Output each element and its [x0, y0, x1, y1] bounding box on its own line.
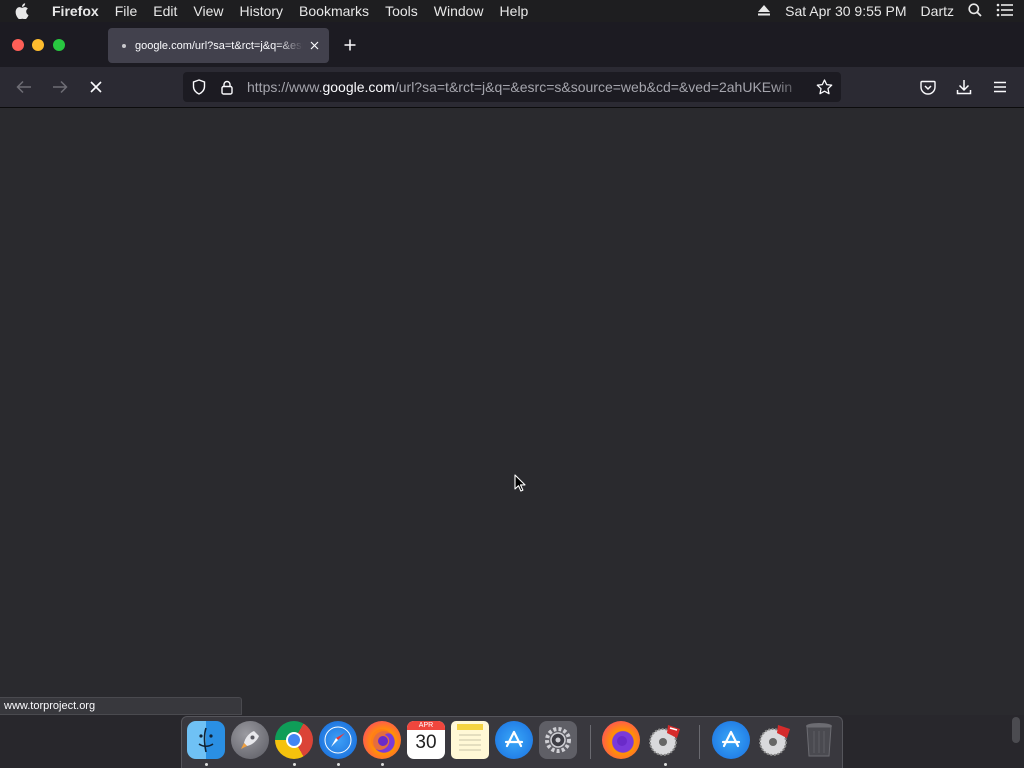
tab-title: google.com/url?sa=t&rct=j&q=&esrc=s	[135, 39, 303, 52]
stop-icon	[90, 81, 102, 93]
vpn-saw-alt-icon[interactable]	[756, 721, 794, 759]
launchpad-icon[interactable]	[231, 721, 269, 759]
firefox-running-indicator	[381, 763, 384, 766]
app-store-icon[interactable]	[495, 721, 533, 759]
window-close-button[interactable]	[12, 39, 24, 51]
browser-tab-active[interactable]: google.com/url?sa=t&rct=j&q=&esrc=s	[108, 28, 329, 63]
mouse-cursor-icon	[514, 474, 526, 497]
bookmark-star-icon[interactable]	[807, 72, 841, 102]
page-content[interactable]	[0, 108, 1024, 715]
trash-icon[interactable]	[800, 721, 838, 759]
tab-close-icon[interactable]	[307, 39, 321, 53]
menu-help[interactable]: Help	[492, 0, 537, 22]
link-status-panel: www.torproject.org	[0, 697, 242, 715]
forward-button[interactable]	[50, 77, 70, 97]
app-store-alt-icon[interactable]	[712, 721, 750, 759]
finder-running-indicator	[205, 763, 208, 766]
menu-bar: Firefox File Edit View History Bookmarks…	[0, 0, 1024, 22]
stop-loading-button[interactable]	[86, 77, 106, 97]
control-center-icon[interactable]	[996, 3, 1014, 20]
tracking-protection-shield-icon[interactable]	[185, 72, 213, 102]
finder-icon[interactable]	[187, 721, 225, 759]
spotlight-search-icon[interactable]	[968, 2, 982, 20]
vpn-saw-icon[interactable]	[646, 721, 684, 759]
site-lock-icon[interactable]	[213, 72, 241, 102]
menu-bookmarks[interactable]: Bookmarks	[291, 0, 377, 22]
hamburger-menu-icon	[994, 81, 1006, 93]
notes-icon[interactable]	[451, 721, 489, 759]
dock-separator	[590, 725, 591, 759]
pocket-icon	[920, 80, 936, 95]
calendar-day: 30	[415, 732, 437, 753]
address-bar[interactable]: https://www.google.com/url?sa=t&rct=j&q=…	[183, 72, 841, 102]
url-prefix: https://www.	[247, 79, 323, 95]
scrollbar-thumb[interactable]	[1012, 717, 1020, 743]
menu-view[interactable]: View	[185, 0, 231, 22]
forward-arrow-icon	[53, 80, 68, 94]
downloads-button[interactable]	[954, 77, 974, 97]
new-tab-button[interactable]	[340, 35, 360, 55]
dock-separator-2	[699, 725, 700, 759]
menu-window[interactable]: Window	[426, 0, 492, 22]
apple-menu-icon[interactable]	[0, 3, 44, 19]
menu-history[interactable]: History	[231, 0, 291, 22]
calendar-month: APR	[407, 721, 445, 730]
download-icon	[956, 80, 972, 95]
vpn-running-indicator	[664, 763, 667, 766]
safari-running-indicator	[337, 763, 340, 766]
chrome-running-indicator	[293, 763, 296, 766]
menubar-clock[interactable]: Sat Apr 30 9:55 PM	[785, 3, 906, 19]
dock: APR 30	[181, 716, 843, 768]
navigation-toolbar: https://www.google.com/url?sa=t&rct=j&q=…	[0, 67, 1024, 108]
pocket-button[interactable]	[918, 77, 938, 97]
tab-strip: google.com/url?sa=t&rct=j&q=&esrc=s	[0, 22, 1024, 67]
menubar-user[interactable]: Dartz	[921, 3, 954, 19]
safari-icon[interactable]	[319, 721, 357, 759]
back-arrow-icon	[16, 80, 31, 94]
back-button[interactable]	[14, 77, 34, 97]
firefox-nightly-icon[interactable]	[602, 721, 640, 759]
system-preferences-icon[interactable]	[539, 721, 577, 759]
window-minimize-button[interactable]	[32, 39, 44, 51]
chrome-icon[interactable]	[275, 721, 313, 759]
url-path: /url?sa=t&rct=j&q=&esrc=s&source=web&cd=…	[394, 79, 793, 95]
menu-edit[interactable]: Edit	[145, 0, 185, 22]
menu-app-name[interactable]: Firefox	[44, 0, 107, 22]
menu-tools[interactable]: Tools	[377, 0, 426, 22]
menu-file[interactable]: File	[107, 0, 146, 22]
window-zoom-button[interactable]	[53, 39, 65, 51]
firefox-icon[interactable]	[363, 721, 401, 759]
url-text[interactable]: https://www.google.com/url?sa=t&rct=j&q=…	[241, 79, 807, 95]
eject-icon[interactable]	[757, 3, 771, 19]
app-menu-button[interactable]	[990, 77, 1010, 97]
url-host: google.com	[322, 79, 395, 95]
calendar-icon[interactable]: APR 30	[407, 721, 445, 759]
tab-loading-icon	[122, 43, 126, 48]
